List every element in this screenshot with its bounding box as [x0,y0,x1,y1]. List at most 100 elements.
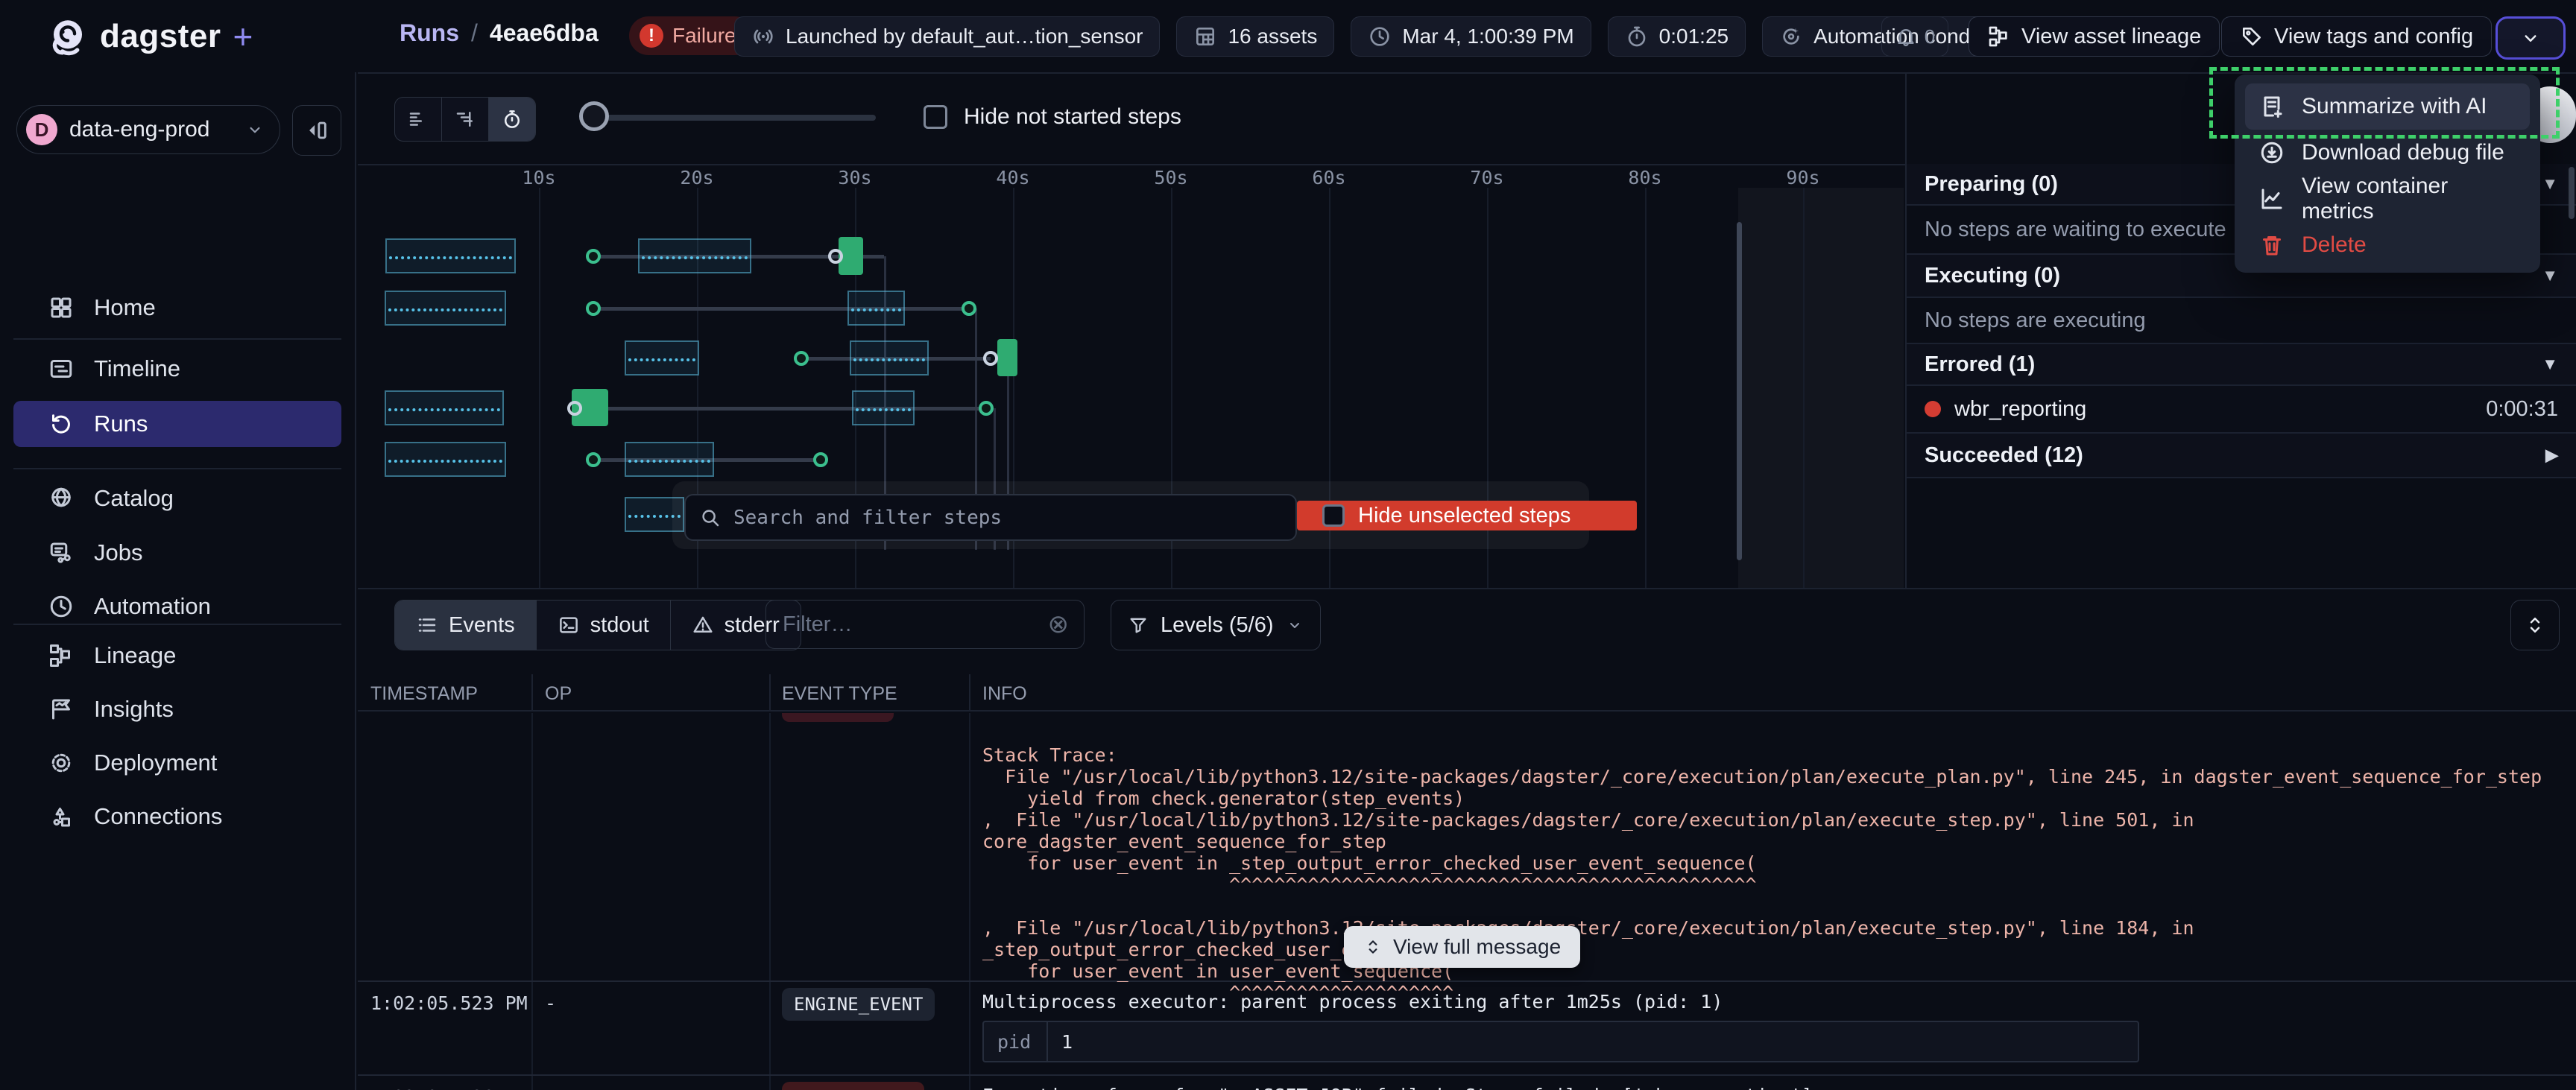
gantt-box[interactable] [625,340,699,376]
step-name[interactable]: wbr_reporting [1954,397,2086,422]
launched-by-tag[interactable]: Launched by default_aut…tion_sensor [734,16,1160,57]
gantt-zoom-slider-handle[interactable] [579,101,609,131]
workspace-avatar: D [26,114,57,145]
hide-not-started-checkbox[interactable] [924,105,947,129]
notifications-count: 0 [1925,25,1935,48]
octopus-logo-icon [46,15,89,58]
log-filter-box[interactable]: ⊗ [765,600,1085,649]
sidebar-item-deployment[interactable]: Deployment [13,740,341,786]
dagster-logo[interactable]: dagster + [46,15,253,58]
breadcrumb-run-id: 4eae6dba [490,19,599,47]
sidebar-item-runs[interactable]: Runs [13,401,341,447]
menu-item-delete[interactable]: Delete [2245,222,2530,268]
expand-panel-button[interactable] [2510,600,2560,650]
section-executing-empty: No steps are executing [1907,298,2576,344]
sidebar-item-timeline[interactable]: Timeline [13,346,341,392]
gantt-box[interactable] [385,238,516,273]
errored-step-row[interactable]: wbr_reporting 0:00:31 [1907,386,2576,434]
gantt-box[interactable] [850,340,929,376]
gantt-dot [962,301,976,316]
column-divider [969,1076,970,1090]
gantt-band [1738,188,1904,588]
log-row-stack-trace[interactable]: Stack Trace: File "/usr/local/lib/python… [358,713,2576,982]
sidebar-item-insights[interactable]: Insights [13,686,341,732]
tab-events[interactable]: Events [395,601,537,650]
col-info[interactable]: INFO [982,683,1027,705]
hide-unselected-checkbox[interactable] [1322,504,1345,527]
view-asset-lineage-button[interactable]: View asset lineage [1969,16,2220,57]
levels-dropdown[interactable]: Levels (5/6) [1111,600,1321,650]
view-tags-config-button[interactable]: View tags and config [2221,16,2492,57]
sidebar-item-catalog[interactable]: Catalog [13,475,341,522]
waterfall-view-button[interactable] [442,98,489,141]
duration-tag[interactable]: 0:01:25 [1608,16,1746,57]
sidebar-item-connections[interactable]: Connections [13,793,341,840]
trash-icon [2258,232,2285,259]
metadata-key: pid [984,1022,1048,1061]
clear-filter-icon[interactable]: ⊗ [1048,609,1070,639]
view-full-message-button[interactable]: View full message [1344,926,1580,968]
sidebar-item-jobs[interactable]: Jobs [13,530,341,576]
gantt-zoom-slider-track[interactable] [583,115,876,121]
menu-item-container-metrics[interactable]: View container metrics [2245,176,2530,222]
column-divider [769,713,771,980]
collapse-sidebar-button[interactable] [292,105,341,156]
flat-view-button[interactable] [395,98,442,141]
run-actions-menu-button[interactable] [2496,16,2566,60]
gantt-bar[interactable] [997,339,1017,376]
triangle-down-icon[interactable]: ▼ [2542,266,2558,285]
sidebar-item-lineage[interactable]: Lineage [13,633,341,679]
timed-view-button[interactable] [489,98,535,141]
chevron-down-icon [2519,27,2542,49]
triangle-down-icon[interactable]: ▼ [2542,174,2558,194]
catalog-icon [48,485,75,512]
assets-count-tag[interactable]: 16 assets [1176,16,1334,57]
triangle-right-icon[interactable]: ▶ [2545,446,2558,465]
section-errored[interactable]: Errored (1) ▼ [1907,344,2576,386]
log-row-run-failure[interactable]: 1:02:05.596 PM - RUN_FAILURE Execution o… [358,1076,2576,1090]
tab-stdout[interactable]: stdout [537,601,671,650]
triangle-down-icon[interactable]: ▼ [2542,355,2558,374]
tab-label: Events [449,613,515,638]
error-dot-icon [1925,401,1941,417]
col-op[interactable]: OP [545,683,572,705]
step-search-input[interactable] [732,506,1282,530]
runs-icon [48,411,75,437]
column-divider [769,674,771,712]
gantt-thumb [1737,222,1742,560]
section-succeeded[interactable]: Succeeded (12) ▶ [1907,434,2576,478]
sidebar-item-home[interactable]: Home [13,285,341,331]
gantt-time-axis: 10s20s30s40s50s60s70s80s90s [358,167,1905,188]
log-filter-input[interactable] [781,612,1039,638]
step-search-box[interactable] [684,494,1297,541]
sidebar-divider [13,624,341,625]
hide-not-started-label: Hide not started steps [964,104,1181,130]
events-list-icon [416,614,438,636]
gantt-box[interactable] [385,442,506,477]
notifications-button[interactable]: 0 [1881,16,1948,57]
gantt-view-mode-group [394,97,536,142]
gantt-box[interactable] [847,291,905,326]
col-event-type[interactable]: EVENT TYPE [782,683,897,705]
gantt-dot [586,301,601,316]
col-timestamp[interactable]: TIMESTAMP [370,683,478,705]
log-op: - [545,1086,556,1090]
gantt-box[interactable] [385,390,504,425]
column-divider [531,982,533,1074]
gantt-box[interactable] [625,442,714,477]
sidebar-item-automation[interactable]: Automation [13,583,341,630]
log-timestamp: 1:02:05.596 PM [370,1086,528,1090]
panel-scrollbar-thumb[interactable] [2569,167,2575,219]
axis-tick: 50s [1154,167,1187,188]
gantt-box[interactable] [385,291,506,326]
hide-unselected-steps-highlight[interactable]: Hide unselected steps [1297,501,1637,530]
start-time-tag[interactable]: Mar 4, 1:00:39 PM [1351,16,1591,57]
tag-icon [2240,25,2264,48]
gantt-box[interactable] [638,238,751,273]
breadcrumb: Runs / 4eae6dba [400,19,599,47]
gantt-box[interactable] [852,390,915,425]
workspace-selector[interactable]: D data-eng-prod [16,105,280,154]
log-table-header: TIMESTAMP OP EVENT TYPE INFO [358,674,2576,712]
log-row-engine-event[interactable]: 1:02:05.523 PM - ENGINE_EVENT Multiproce… [358,982,2576,1076]
breadcrumb-runs-link[interactable]: Runs [400,19,459,47]
